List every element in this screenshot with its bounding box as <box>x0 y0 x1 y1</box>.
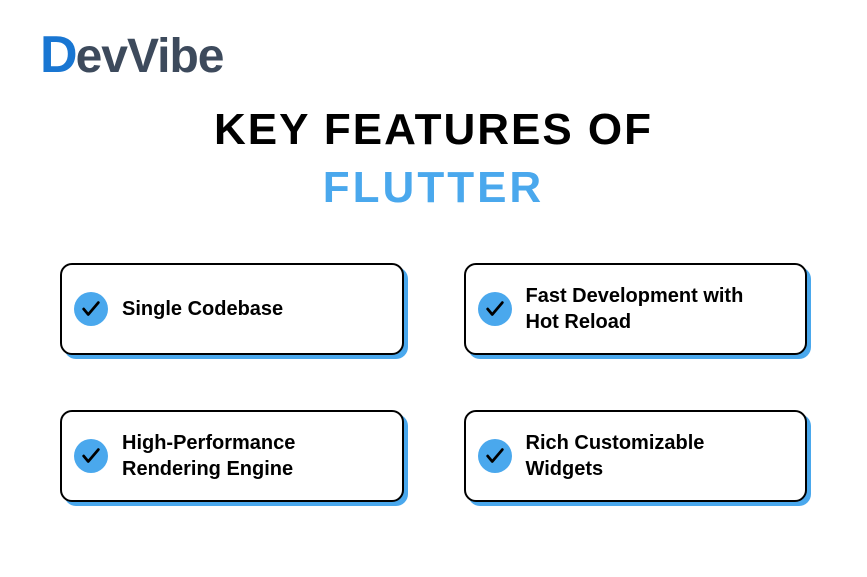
features-grid: Single Codebase Fast Development with Ho… <box>40 263 827 502</box>
title-line-1: KEY FEATURES OF <box>40 105 827 155</box>
check-icon <box>478 292 512 326</box>
title-line-2: FLUTTER <box>40 163 827 213</box>
feature-label: Single Codebase <box>122 296 283 322</box>
check-icon <box>74 292 108 326</box>
brand-logo: DevVibe <box>40 25 827 85</box>
logo-text: evVibe <box>76 29 224 84</box>
feature-card: High-Performance Rendering Engine <box>60 410 404 502</box>
logo-accent-letter: D <box>40 25 76 85</box>
check-icon <box>74 439 108 473</box>
feature-label: High-Performance Rendering Engine <box>122 430 378 482</box>
feature-card: Rich Customizable Widgets <box>464 410 808 502</box>
feature-card: Fast Development with Hot Reload <box>464 263 808 355</box>
page-title: KEY FEATURES OF FLUTTER <box>40 105 827 213</box>
feature-label: Fast Development with Hot Reload <box>526 283 782 335</box>
feature-card: Single Codebase <box>60 263 404 355</box>
check-icon <box>478 439 512 473</box>
feature-label: Rich Customizable Widgets <box>526 430 782 482</box>
